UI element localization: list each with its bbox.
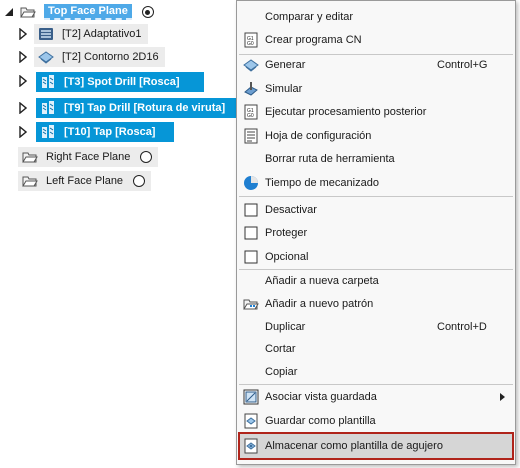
- tree-node-operation-selected[interactable]: [T3] Spot Drill [Rosca]: [36, 72, 204, 92]
- context-menu: Comparar y editar G1 G0 Crear programa CN…: [236, 0, 516, 465]
- template-icon: [243, 413, 259, 429]
- browser-tree: Top Face Plane [T2] Adaptativo1 [T2] Con…: [0, 0, 240, 200]
- menu-item-label: Almacenar como plantilla de agujero: [265, 440, 443, 452]
- menu-item-add-to-folder[interactable]: Añadir a nueva carpeta: [237, 270, 515, 292]
- setup-sheet-icon: [243, 128, 259, 144]
- expand-toggle-icon[interactable]: [18, 126, 28, 138]
- menu-item-clear-toolpath[interactable]: Borrar ruta de herramienta: [237, 148, 515, 170]
- menu-item-save-template[interactable]: Guardar como plantilla: [237, 410, 515, 432]
- menu-item-label: Opcional: [265, 251, 309, 263]
- menu-item-cut[interactable]: Cortar: [237, 338, 515, 360]
- machining-time-icon: [243, 175, 259, 191]
- menu-item-label: Comparar y editar: [265, 11, 354, 23]
- folder-open-icon: [22, 173, 38, 189]
- drill-icon: [40, 74, 56, 90]
- menu-item-store-hole-template[interactable]: Almacenar como plantilla de agujero: [238, 432, 514, 460]
- checkbox-icon[interactable]: [243, 249, 259, 265]
- menu-item-label: Ejecutar procesamiento posterior: [265, 106, 427, 118]
- operation-label: [T2] Adaptativo1: [62, 28, 142, 40]
- hole-template-icon: [243, 438, 259, 454]
- menu-item-label: Tiempo de mecanizado: [265, 177, 379, 189]
- setup-radio[interactable]: [133, 175, 146, 187]
- pattern-folder-icon: [243, 296, 259, 312]
- menu-item-machining-time[interactable]: Tiempo de mecanizado: [237, 172, 515, 194]
- menu-item-label: Desactivar: [265, 204, 317, 216]
- generate-icon: [243, 57, 259, 73]
- menu-separator: [239, 384, 513, 385]
- tree-node-left-face-plane[interactable]: Left Face Plane: [18, 171, 152, 191]
- contour-icon: [38, 49, 54, 65]
- plane-label: Left Face Plane: [46, 175, 124, 187]
- menu-item-copy[interactable]: Copiar: [237, 361, 515, 383]
- operation-label: [T10] Tap [Rosca]: [64, 126, 156, 138]
- saved-view-icon: [243, 389, 259, 405]
- operation-label: [T2] Contorno 2D16: [62, 51, 159, 63]
- tree-node-top-face-plane[interactable]: Top Face Plane: [18, 2, 158, 22]
- menu-item-label: Asociar vista guardada: [265, 391, 377, 403]
- menu-item-label: Duplicar: [265, 321, 306, 333]
- expand-toggle-icon[interactable]: [18, 102, 28, 114]
- checkbox-icon[interactable]: [243, 202, 259, 218]
- menu-item-label: Copiar: [265, 366, 298, 378]
- menu-item-shortcut: Control+G: [437, 59, 488, 71]
- adaptive-icon: [38, 26, 54, 42]
- drill-icon: [40, 124, 56, 140]
- menu-item-label: Añadir a nuevo patrón: [265, 298, 374, 310]
- menu-item-create-nc-program[interactable]: G1 G0 Crear programa CN: [237, 29, 515, 51]
- svg-text:G0: G0: [247, 113, 254, 119]
- operation-label: [T9] Tap Drill [Rotura de viruta]: [64, 102, 226, 114]
- menu-item-duplicate[interactable]: Duplicar Control+D: [237, 316, 515, 338]
- tree-node-right-face-plane[interactable]: Right Face Plane: [18, 147, 159, 167]
- collapse-toggle-icon[interactable]: [4, 6, 14, 18]
- menu-item-label: Crear programa CN: [265, 34, 362, 46]
- operation-label: [T3] Spot Drill [Rosca]: [64, 76, 180, 88]
- menu-separator: [239, 196, 513, 197]
- menu-item-deactivate[interactable]: Desactivar: [237, 199, 515, 221]
- nc-program-icon: G1 G0: [243, 32, 259, 48]
- top-face-plane-label: Top Face Plane: [44, 4, 132, 20]
- folder-open-icon: [22, 149, 38, 165]
- expand-toggle-icon[interactable]: [18, 28, 28, 40]
- menu-item-label: Proteger: [265, 227, 308, 239]
- tree-node-operation[interactable]: [T2] Adaptativo1: [34, 24, 148, 44]
- drill-icon: [40, 100, 56, 116]
- menu-item-shortcut: Control+D: [437, 321, 487, 333]
- menu-item-label: Hoja de configuración: [265, 130, 372, 142]
- tree-node-operation-selected[interactable]: [T10] Tap [Rosca]: [36, 122, 174, 142]
- plane-label: Right Face Plane: [46, 151, 131, 163]
- menu-item-optional[interactable]: Opcional: [237, 246, 515, 268]
- menu-item-simulate[interactable]: Simular: [237, 78, 515, 100]
- submenu-arrow-icon: [500, 393, 505, 401]
- menu-item-label: Generar: [265, 59, 306, 71]
- menu-item-label: Añadir a nueva carpeta: [265, 275, 379, 287]
- tree-node-operation-selected[interactable]: [T9] Tap Drill [Rotura de viruta]: [36, 98, 240, 118]
- menu-item-protect[interactable]: Proteger: [237, 222, 515, 244]
- tree-node-operation[interactable]: [T2] Contorno 2D16: [34, 47, 165, 67]
- active-setup-radio[interactable]: [141, 6, 154, 18]
- setup-radio[interactable]: [140, 151, 153, 163]
- folder-open-icon: [20, 4, 36, 20]
- menu-item-compare-edit[interactable]: Comparar y editar: [237, 6, 515, 28]
- post-process-icon: G1 G0: [243, 104, 259, 120]
- menu-item-add-to-pattern[interactable]: Añadir a nuevo patrón: [237, 293, 515, 315]
- menu-item-label: Cortar: [265, 343, 296, 355]
- simulate-icon: [243, 81, 259, 97]
- svg-text:G0: G0: [247, 41, 254, 47]
- checkbox-icon[interactable]: [243, 225, 259, 241]
- menu-item-associate-saved-view[interactable]: Asociar vista guardada: [237, 386, 515, 408]
- menu-item-label: Simular: [265, 83, 303, 95]
- expand-toggle-icon[interactable]: [18, 51, 28, 63]
- menu-item-post-process[interactable]: G1 G0 Ejecutar procesamiento posterior: [237, 101, 515, 123]
- expand-toggle-icon[interactable]: [18, 75, 28, 87]
- menu-item-label: Guardar como plantilla: [265, 415, 376, 427]
- menu-item-setup-sheet[interactable]: Hoja de configuración: [237, 125, 515, 147]
- menu-item-generate[interactable]: Generar Control+G: [237, 54, 515, 76]
- menu-item-label: Borrar ruta de herramienta: [265, 153, 395, 165]
